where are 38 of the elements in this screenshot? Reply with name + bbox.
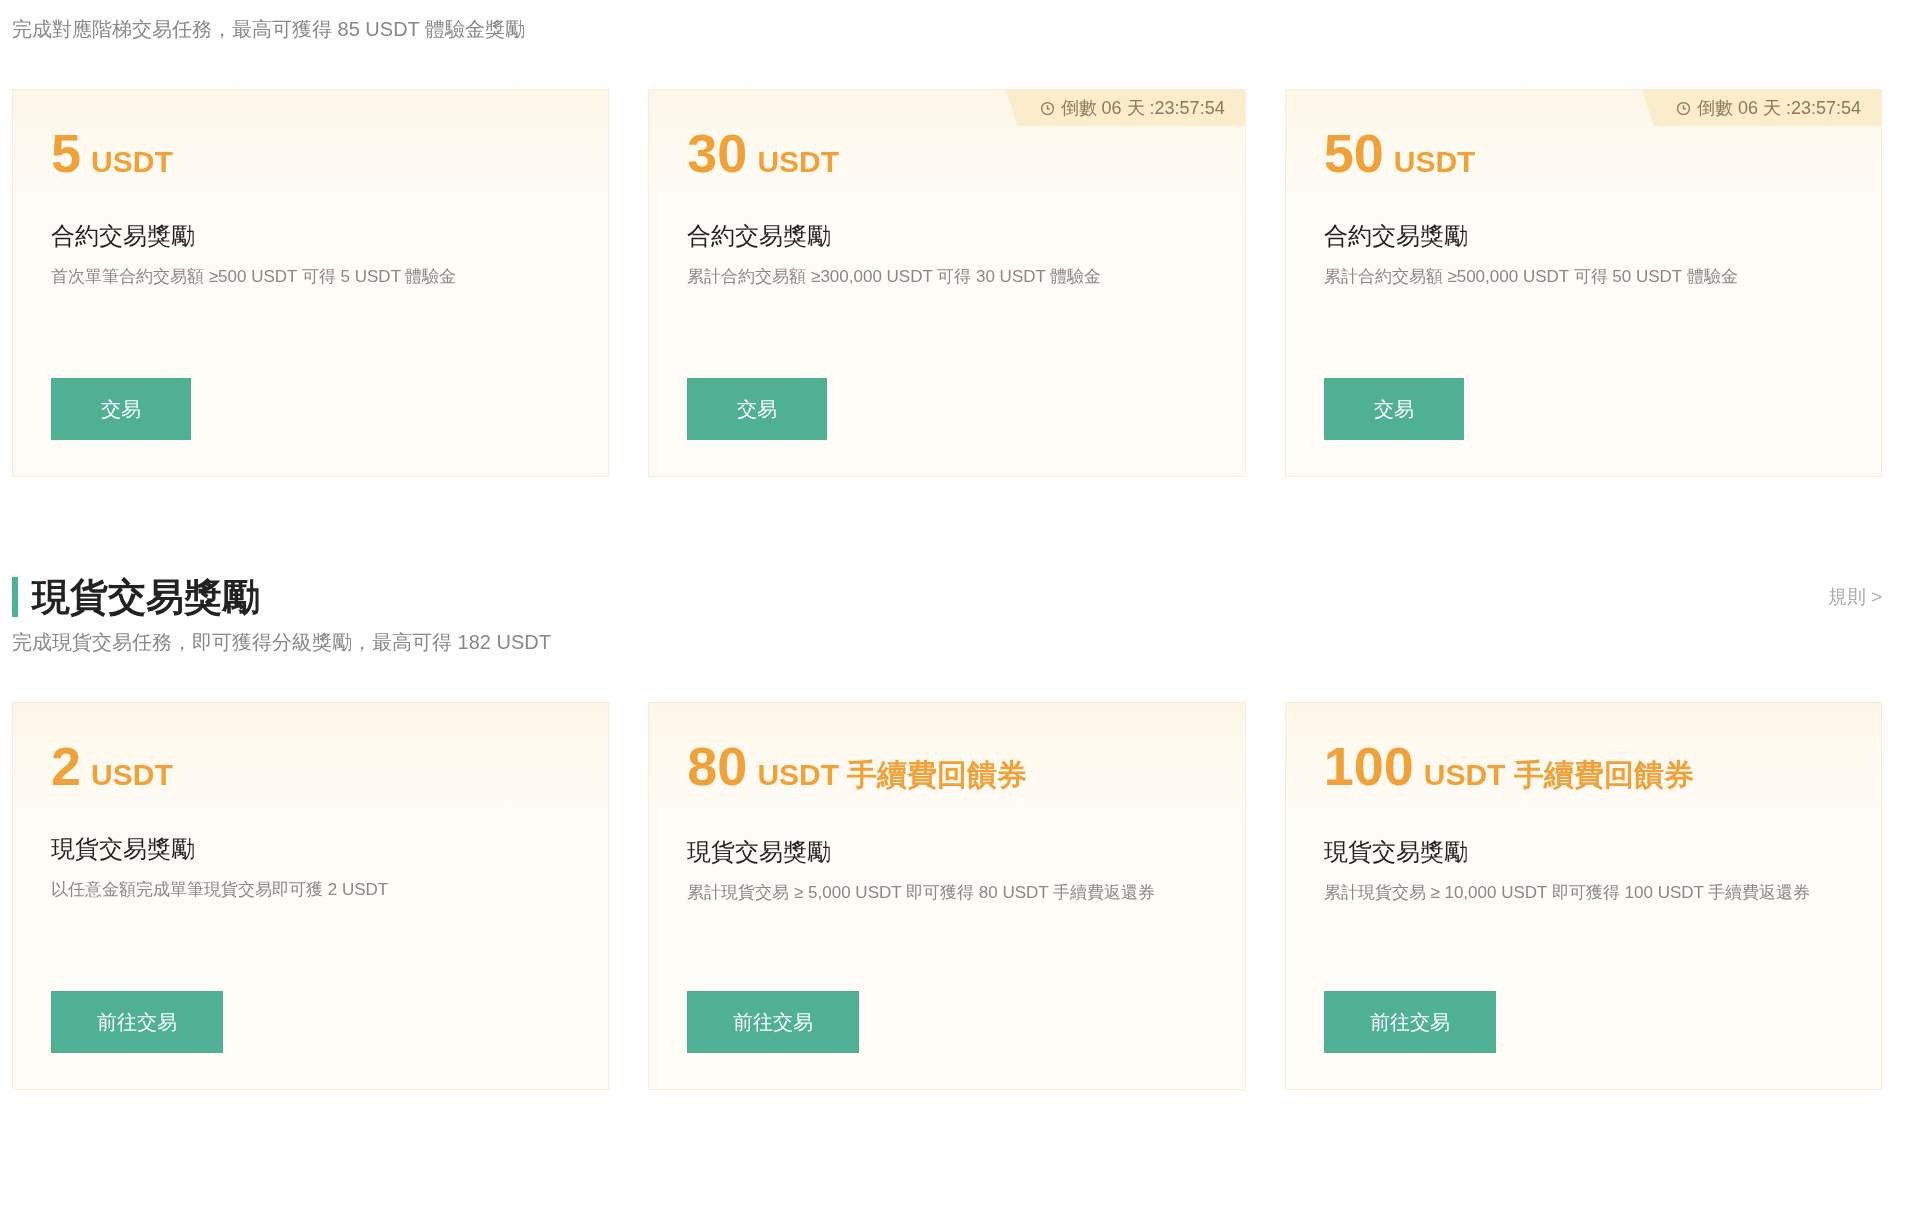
trade-button[interactable]: 前往交易 xyxy=(51,991,223,1053)
reward-title: 現貨交易獎勵 xyxy=(687,837,833,867)
section-subtitle: 完成對應階梯交易任務，最高可獲得 85 USDT 體驗金獎勵 xyxy=(12,17,526,42)
reward-description: 累計現貨交易 ≥ 10,000 USDT 即可獲得 100 USDT 手續費返還券 xyxy=(1323,882,1812,904)
reward-amount: 50 xyxy=(1323,126,1384,180)
rules-link[interactable]: 規則 > xyxy=(1827,584,1882,610)
reward-title: 合約交易獎勵 xyxy=(1323,221,1469,251)
reward-description: 首次單筆合約交易額 ≥500 USDT 可得 5 USDT 體驗金 xyxy=(51,266,458,288)
reward-unit: USDT 手續費回饋券 xyxy=(757,757,1028,793)
reward-title: 現貨交易獎勵 xyxy=(51,834,196,864)
reward-unit: USDT xyxy=(91,145,173,179)
countdown-text: 倒數 06 天 :23:57:54 xyxy=(1060,97,1225,120)
reward-description: 累計現貨交易 ≥ 5,000 USDT 即可獲得 80 USDT 手續費返還券 xyxy=(687,882,1157,904)
reward-title: 合約交易獎勵 xyxy=(687,221,833,251)
reward-amount: 2 xyxy=(51,739,82,793)
reward-amount: 30 xyxy=(687,126,748,180)
reward-description: 以任意金額完成單筆現貨交易即可獲 2 USDT xyxy=(51,879,390,901)
reward-unit: USDT xyxy=(757,145,840,179)
trade-button[interactable]: 交易 xyxy=(1323,378,1464,440)
reward-title: 現貨交易獎勵 xyxy=(1323,837,1469,867)
clock-icon xyxy=(1675,100,1691,116)
reward-amount: 100 xyxy=(1323,739,1414,793)
reward-unit: USDT 手續費回饋券 xyxy=(1423,757,1694,793)
section-title: 現貨交易獎勵 xyxy=(12,577,260,617)
section-subtitle: 完成現貨交易任務，即可獲得分級獎勵，最高可得 182 USDT xyxy=(12,630,552,655)
reward-unit: USDT xyxy=(1393,145,1476,179)
trade-button[interactable]: 前往交易 xyxy=(687,991,860,1053)
trade-button[interactable]: 交易 xyxy=(687,378,828,440)
reward-amount: 5 xyxy=(51,126,82,180)
countdown-text: 倒數 06 天 :23:57:54 xyxy=(1696,97,1861,120)
reward-title: 合約交易獎勵 xyxy=(51,221,196,251)
clock-icon xyxy=(1039,100,1055,116)
reward-description: 累計合約交易額 ≥300,000 USDT 可得 30 USDT 體驗金 xyxy=(687,266,1103,288)
reward-amount: 80 xyxy=(687,739,748,793)
trade-button[interactable]: 前往交易 xyxy=(1323,991,1496,1053)
trade-button[interactable]: 交易 xyxy=(51,378,191,440)
reward-description: 累計合約交易額 ≥500,000 USDT 可得 50 USDT 體驗金 xyxy=(1323,266,1739,288)
reward-unit: USDT xyxy=(91,758,173,792)
